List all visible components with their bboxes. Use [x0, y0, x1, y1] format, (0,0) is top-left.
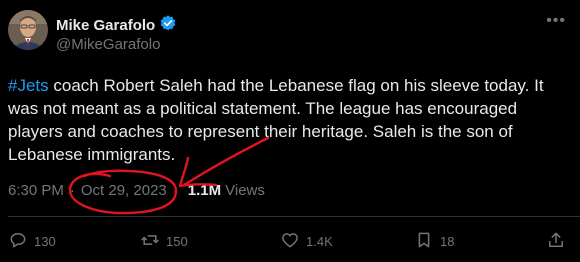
like-count: 1.4K — [306, 234, 333, 249]
like-icon — [280, 230, 300, 253]
bookmark-icon — [414, 230, 434, 253]
tweet-body: coach Robert Saleh had the Lebanese flag… — [8, 76, 544, 164]
author-handle[interactable]: @MikeGarafolo — [56, 36, 160, 53]
more-icon[interactable]: ••• — [546, 12, 566, 30]
author-display-name[interactable]: Mike Garafolo — [56, 17, 155, 34]
tweet-text: #Jets coach Robert Saleh had the Lebanes… — [8, 74, 574, 166]
reply-count: 130 — [34, 234, 56, 249]
bookmark-count: 18 — [440, 234, 455, 249]
verified-badge-icon — [159, 14, 177, 37]
avatar-image — [8, 10, 48, 50]
tweet-date[interactable]: Oct 29, 2023 — [81, 182, 167, 199]
hashtag-link[interactable]: #Jets — [8, 76, 49, 95]
reply-button[interactable]: 130 — [8, 230, 56, 253]
action-bar: 130 150 1.4K 18 — [8, 230, 566, 254]
avatar[interactable] — [8, 10, 48, 50]
meta-separator-2: · — [172, 182, 178, 199]
repost-icon — [140, 230, 160, 253]
views-label: Views — [225, 182, 265, 199]
share-button[interactable] — [546, 230, 566, 253]
reply-icon — [8, 230, 28, 253]
divider — [8, 216, 580, 217]
share-icon — [546, 230, 566, 253]
meta-separator: · — [69, 182, 75, 199]
repost-count: 150 — [166, 234, 188, 249]
like-button[interactable]: 1.4K — [280, 230, 333, 253]
author-name-row: Mike Garafolo — [56, 14, 177, 37]
bookmark-button[interactable]: 18 — [414, 230, 454, 253]
repost-button[interactable]: 150 — [140, 230, 188, 253]
tweet-time[interactable]: 6:30 PM — [8, 182, 64, 199]
views-count: 1.1M — [187, 182, 222, 199]
tweet-meta: 6:30 PM · Oct 29, 2023 · 1.1M Views — [8, 182, 265, 199]
